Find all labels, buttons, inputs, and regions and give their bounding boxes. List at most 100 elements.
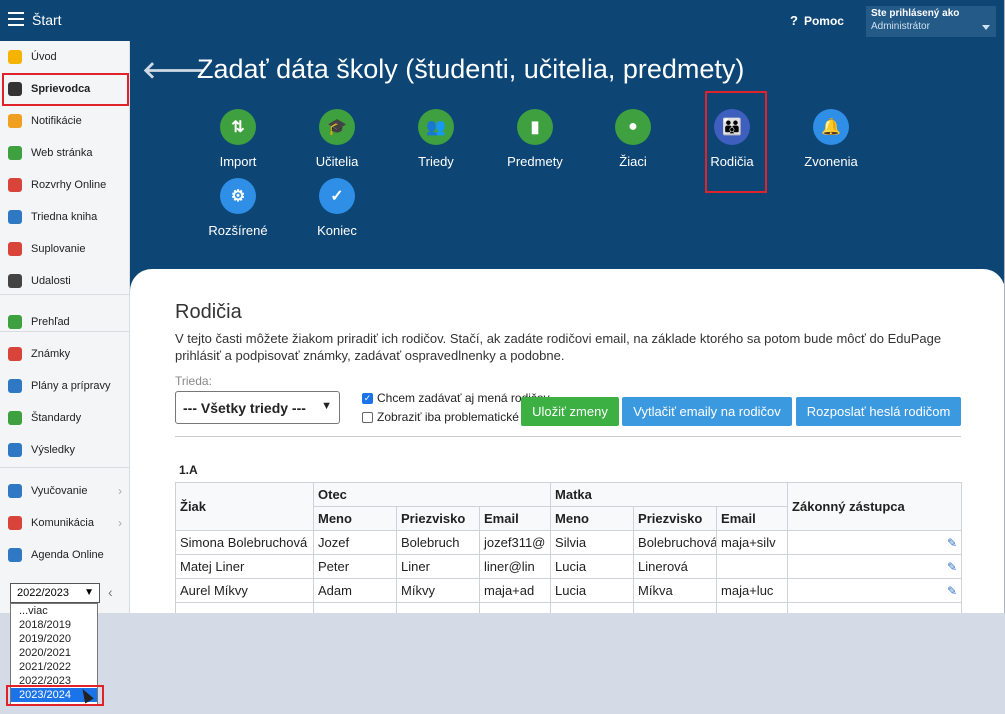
sidebar-item-web-str-nka[interactable]: Web stránka	[0, 138, 130, 168]
step-label: Zvonenia	[804, 154, 858, 169]
calendar-grid-icon	[8, 178, 22, 192]
collapse-sidebar-icon[interactable]: ‹	[108, 584, 113, 600]
table-cell[interactable]: Lucia	[550, 578, 635, 603]
open-book-icon	[8, 484, 22, 498]
sidebar-item-udalosti[interactable]: Udalosti	[0, 266, 130, 296]
table-cell[interactable]: liner@lin	[478, 554, 552, 579]
step-roz-ren-[interactable]: ⚙ Rozšírené	[193, 178, 283, 238]
step-label: Predmety	[507, 154, 563, 169]
table-cell[interactable]: Silvia	[550, 530, 635, 555]
header-mother: Matka	[550, 482, 789, 507]
year-option[interactable]: ...viac	[11, 604, 97, 618]
class-select[interactable]: --- Všetky triedy --- ▼	[175, 391, 340, 424]
person-swap-icon	[8, 242, 22, 256]
save-button[interactable]: Uložiť zmeny	[521, 397, 619, 426]
sidebar-item-label: Štandardy	[31, 412, 82, 424]
table-cell	[787, 602, 963, 613]
sidebar-item-triedna-kniha[interactable]: Triedna kniha	[0, 202, 130, 232]
notebook-icon: ▮	[517, 109, 553, 145]
step-u-itelia[interactable]: 🎓 Učitelia	[292, 109, 382, 169]
table-row: Simona Bolebruchová Jozef Bolebruch jozef31…	[175, 530, 963, 555]
table-cell: Aurel Míkvy	[175, 578, 314, 603]
checkbox-unchecked-icon[interactable]	[362, 411, 373, 423]
user-line1: Ste prihlásený ako	[871, 8, 960, 19]
table-cell[interactable]: Míkva	[633, 578, 718, 603]
table-cell[interactable]: Jozef	[313, 530, 397, 555]
table-cell[interactable]: Bolebruchová	[633, 530, 718, 555]
sidebar-item-label: Agenda Online	[31, 549, 104, 561]
table-cell[interactable]	[716, 554, 789, 579]
edit-pencil-icon[interactable]: ✎	[947, 584, 957, 598]
year-option[interactable]: 2018/2019	[11, 618, 97, 632]
hamburger-menu-icon[interactable]	[8, 12, 24, 26]
table-cell[interactable]: Lucia	[550, 554, 635, 579]
sidebar-item--vod[interactable]: Úvod	[0, 42, 130, 72]
table-cell[interactable]: Liner	[396, 554, 480, 579]
sidebar-item-label: Úvod	[31, 51, 57, 63]
step-import[interactable]: ⇅ Import	[193, 109, 283, 169]
year-option[interactable]: 2019/2020	[11, 632, 97, 646]
table-cell[interactable]: Adam	[313, 578, 397, 603]
checkbox-problematic[interactable]: Zobraziť iba problematické	[362, 410, 519, 424]
step-label: Triedy	[418, 154, 454, 169]
step-triedy[interactable]: 👥 Triedy	[391, 109, 481, 169]
step--iaci[interactable]: ● Žiaci	[588, 109, 678, 169]
sidebar-item-agenda-online[interactable]: Agenda Online	[0, 540, 130, 570]
app-title[interactable]: Štart	[32, 12, 62, 28]
table-cell[interactable]: maja+silv	[716, 530, 789, 555]
sidebar-item-komunik-cia[interactable]: Komunikácia ›	[0, 508, 130, 538]
table-cell[interactable]: Míkvy	[396, 578, 480, 603]
highlight-sprievodca	[2, 73, 129, 106]
sidebar-item-v-sledky[interactable]: Výsledky	[0, 435, 130, 465]
top-bar: Štart ? Pomoc Ste prihlásený ako Administ…	[0, 0, 1004, 41]
header-mother-surname: Priezvisko	[633, 506, 718, 531]
sidebar-item-label: Známky	[31, 348, 71, 360]
year-option[interactable]: 2021/2022	[11, 660, 97, 674]
question-icon: ?	[790, 13, 798, 28]
sidebar-item-preh-ad[interactable]: Prehľad	[0, 307, 130, 337]
table-cell[interactable]: Linerová	[633, 554, 718, 579]
sidebar-item-label: Prehľad	[31, 316, 70, 328]
page-title: Zadať dáta školy (študenti, učitelia, pr…	[197, 54, 745, 84]
guardian-cell: ✎	[787, 554, 963, 579]
table-cell	[396, 602, 480, 613]
sidebar-item--tandardy[interactable]: Štandardy	[0, 403, 130, 433]
sidebar-item-vyu-ovanie[interactable]: Vyučovanie ›	[0, 476, 130, 506]
sidebar: Úvod Sprievodca Notifikácie Web stránka Rozv…	[0, 41, 130, 613]
sidebar-item-rozvrhy-online[interactable]: Rozvrhy Online	[0, 170, 130, 200]
sidebar-item-notifik-cie[interactable]: Notifikácie	[0, 106, 130, 136]
table-cell[interactable]: jozef311@	[478, 530, 552, 555]
sidebar-item-zn-mky[interactable]: Známky	[0, 339, 130, 369]
shield-check-icon	[8, 411, 22, 425]
sidebar-divider	[0, 331, 130, 332]
parents-panel: Rodičia V tejto časti môžete žiakom prir…	[130, 269, 1004, 613]
sidebar-item-pl-ny-a-pr-pravy[interactable]: Plány a prípravy	[0, 371, 130, 401]
help-button[interactable]: ? Pomoc	[790, 13, 844, 28]
bar-chart-icon	[8, 443, 22, 457]
edit-pencil-icon[interactable]: ✎	[947, 536, 957, 550]
table-cell[interactable]: maja+luc	[716, 578, 789, 603]
print-emails-button[interactable]: Vytlačiť emaily na rodičov	[622, 397, 792, 426]
edit-pencil-icon[interactable]: ✎	[947, 560, 957, 574]
year-select[interactable]: 2022/2023 ▼	[10, 583, 100, 603]
section-heading: Rodičia	[175, 301, 242, 323]
header-father: Otec	[312, 482, 552, 507]
send-passwords-button[interactable]: Rozposlať heslá rodičom	[796, 397, 961, 426]
caret-down-icon	[982, 25, 990, 30]
checkbox-checked-icon[interactable]: ✓	[362, 392, 373, 404]
step-zvonenia[interactable]: 🔔 Zvonenia	[786, 109, 876, 169]
guardian-cell: ✎	[787, 578, 963, 603]
step-koniec[interactable]: ✓ Koniec	[292, 178, 382, 238]
table-cell: Simona Bolebruchová	[175, 530, 314, 555]
book-icon	[8, 210, 22, 224]
user-menu[interactable]: Ste prihlásený ako Administrátor	[866, 6, 996, 37]
step-predmety[interactable]: ▮ Predmety	[490, 109, 580, 169]
step-label: Žiaci	[619, 154, 647, 169]
table-cell[interactable]: maja+ad	[478, 578, 552, 603]
sidebar-item-label: Notifikácie	[31, 115, 82, 127]
highlight-rodicia	[705, 91, 767, 193]
table-cell[interactable]: Peter	[313, 554, 397, 579]
table-cell[interactable]: Bolebruch	[396, 530, 480, 555]
year-option[interactable]: 2020/2021	[11, 646, 97, 660]
sidebar-item-suplovanie[interactable]: Suplovanie	[0, 234, 130, 264]
